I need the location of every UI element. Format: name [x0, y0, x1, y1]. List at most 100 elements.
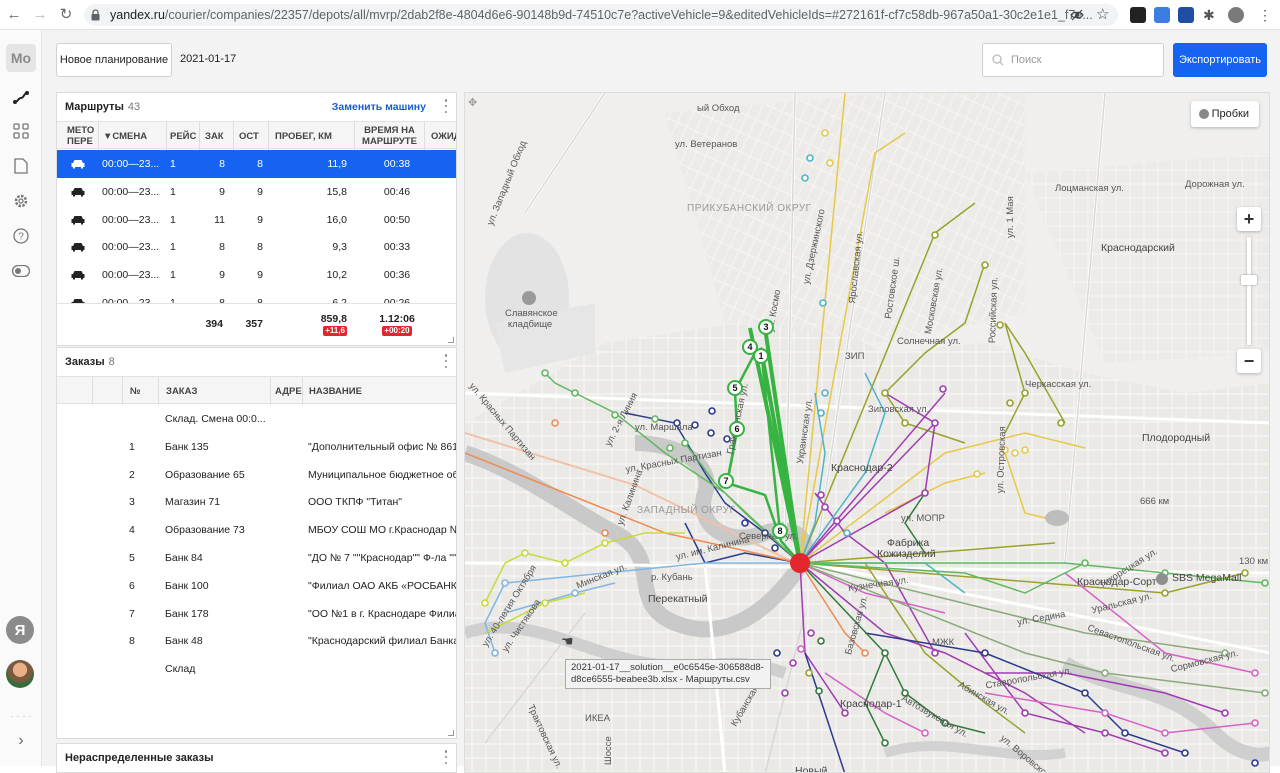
order-cell-order: Банк 48	[165, 635, 203, 648]
user-avatar[interactable]	[6, 660, 34, 688]
zoom-in-button[interactable]: +	[1237, 207, 1261, 231]
traffic-button[interactable]: Пробки	[1191, 101, 1259, 127]
map-label-ostrovskaya: ул. Островская	[995, 426, 1009, 494]
col-trip[interactable]: РЕЙС	[166, 122, 199, 150]
car-icon	[71, 206, 91, 234]
col-mileage[interactable]: ПРОБЕГ, КМ	[268, 122, 354, 150]
yandex-logo[interactable]: Я	[6, 616, 34, 644]
orders-menu-icon[interactable]	[444, 354, 448, 368]
expand-sidebar-icon[interactable]: ›	[10, 730, 32, 752]
grid-icon[interactable]	[10, 120, 32, 142]
route-cell-stops: 8	[257, 158, 263, 170]
col-shift[interactable]: ▼СМЕНА	[98, 122, 166, 150]
forward-icon[interactable]: →	[32, 6, 48, 24]
orders-title: Заказы 8	[65, 356, 115, 368]
order-row[interactable]: 5 Банк 84 "ДО № 7 ""Краснодар"" Ф-ла ""С	[57, 544, 456, 572]
col-number[interactable]: №	[122, 377, 158, 405]
route-cell-shift: 00:00—23...	[102, 185, 160, 198]
col-orders[interactable]: ЗАК	[199, 122, 233, 150]
order-row[interactable]: 3 Магазин 71 ООО ТКПФ "Титан"	[57, 488, 456, 516]
export-button[interactable]: Экспортировать	[1173, 43, 1267, 77]
help-icon[interactable]: ?	[10, 225, 32, 247]
order-row[interactable]: Склад. Смена 00:0...	[57, 405, 456, 433]
zoom-slider-handle[interactable]	[1241, 275, 1257, 285]
stop-marker[interactable]: 7	[718, 473, 734, 489]
hand-cursor-icon: ☚	[561, 633, 574, 649]
map-label-plodorodny: Плодородный	[1142, 432, 1211, 444]
routes-menu-icon[interactable]	[444, 99, 448, 113]
star-icon[interactable]: ☆	[1096, 7, 1112, 23]
address-bar[interactable]: yandex.ru/courier/companies/22357/depots…	[84, 4, 1118, 26]
zoom-slider[interactable]	[1247, 237, 1251, 345]
stop-marker[interactable]: 3	[758, 319, 774, 335]
stop-marker[interactable]: 6	[729, 421, 745, 437]
toggle-icon[interactable]	[10, 260, 32, 282]
col-order[interactable]: ЗАКАЗ	[158, 377, 270, 405]
profile-avatar[interactable]	[1228, 7, 1244, 23]
col-address[interactable]: АДРЕ	[270, 377, 302, 405]
settings-icon[interactable]	[10, 190, 32, 212]
svg-text:?: ?	[18, 232, 24, 243]
order-row[interactable]: 7 Банк 178 "ОО №1 в г. Краснодаре Филиал	[57, 600, 456, 628]
routes-title: Маршруты 43	[65, 101, 140, 113]
route-cell-trip: 1	[170, 185, 176, 198]
map-drag-handle-icon[interactable]: ✥	[468, 96, 477, 109]
col-stops[interactable]: ОСТ	[233, 122, 268, 150]
route-row[interactable]: 00:00—23... 1 8 8 9,3 00:33	[57, 233, 456, 261]
stop-marker[interactable]: 1	[753, 348, 769, 364]
replace-vehicle-link[interactable]: Заменить машину	[332, 101, 426, 113]
puzzle-icon[interactable]: ✱	[1203, 7, 1219, 23]
document-icon[interactable]	[10, 155, 32, 177]
depot-marker[interactable]	[790, 553, 810, 573]
col-wait[interactable]: ОЖИД	[424, 122, 456, 150]
browser-menu-icon[interactable]: ⋮	[1258, 7, 1274, 23]
route-row[interactable]: 00:00—23... 1 8 8 11,9 00:38	[57, 150, 456, 178]
route-cell-km: 16,0	[326, 213, 347, 226]
unassigned-menu-icon[interactable]	[444, 750, 448, 764]
stop-marker[interactable]: 5	[727, 380, 743, 396]
notion-extension-icon[interactable]	[1130, 7, 1146, 23]
map-label-mzhk: МЖК	[932, 637, 955, 648]
resize-handle[interactable]	[448, 337, 454, 343]
order-cell-order: Магазин 71	[165, 496, 221, 509]
map-label-veteranov: ул. Ветеранов	[675, 139, 738, 150]
map-label-severnaya: Северная ул.	[739, 531, 798, 542]
col-route-time[interactable]: ВРЕМЯ НА МАРШРУТЕ	[354, 122, 424, 150]
route-cell-shift: 00:00—23...	[102, 297, 160, 303]
total-time-delta: +00:20	[382, 325, 412, 336]
map[interactable]: ПРИКУБАНСКИЙ ОКРУГ Славянское кладбище К…	[464, 92, 1270, 773]
back-icon[interactable]: ←	[6, 6, 22, 24]
new-planning-button[interactable]: Новое планирование	[56, 43, 172, 77]
search-input[interactable]: Поиск	[982, 43, 1164, 77]
route-row[interactable]: 00:00—23... 1 9 9 10,2 00:36	[57, 261, 456, 289]
route-row[interactable]: 00:00—23... 1 9 9 15,8 00:46	[57, 178, 456, 206]
eye-off-icon[interactable]	[1070, 8, 1084, 22]
routes-icon[interactable]	[10, 86, 32, 108]
zoom-out-button[interactable]: −	[1237, 349, 1261, 373]
car-icon	[71, 178, 91, 206]
map-label-zip: ЗИП	[845, 351, 865, 362]
reader-extension-icon[interactable]	[1178, 7, 1194, 23]
order-row[interactable]: 8 Банк 48 "Краснодарский филиал Банка	[57, 627, 456, 655]
route-row[interactable]: 00:00—23... 1 8 8 6,2 00:26	[57, 289, 456, 303]
order-row[interactable]: 2 Образование 65 Муниципальное бюджетное о…	[57, 461, 456, 489]
route-cell-stops: 9	[257, 269, 263, 282]
app: Mo ? Я · · · · › Новое планирование 2021…	[0, 30, 1280, 773]
order-row[interactable]: 1 Банк 135 "Дополнительный офис № 8619	[57, 433, 456, 461]
route-cell-km: 9,3	[332, 241, 347, 254]
order-row[interactable]: 4 Образование 73 МБОУ СОШ МО г.Краснодар №	[57, 516, 456, 544]
col-method[interactable]: МЕТО ПЕРЕ	[57, 122, 98, 150]
route-cell-shift: 00:00—23...	[102, 158, 160, 170]
orders-table-body: Склад. Смена 00:0... 1 Банк 135 "Дополнител…	[57, 405, 456, 735]
resize-handle[interactable]	[448, 730, 454, 736]
translate-extension-icon[interactable]	[1154, 7, 1170, 23]
col-name[interactable]: НАЗВАНИЕ	[302, 377, 456, 405]
stop-marker[interactable]: 8	[772, 523, 788, 539]
route-row[interactable]: 00:00—23... 1 11 9 16,0 00:50	[57, 206, 456, 234]
order-row[interactable]: 6 Банк 100 "Филиал ОАО АКБ «РОСБАНК»	[57, 572, 456, 600]
reload-icon[interactable]: ↻	[58, 6, 74, 24]
order-row[interactable]: Склад	[57, 655, 456, 683]
sidebar: Mo ? Я · · · · ›	[0, 30, 42, 766]
order-cell-order: Банк 84	[165, 552, 203, 564]
company-logo[interactable]: Mo	[6, 44, 36, 72]
